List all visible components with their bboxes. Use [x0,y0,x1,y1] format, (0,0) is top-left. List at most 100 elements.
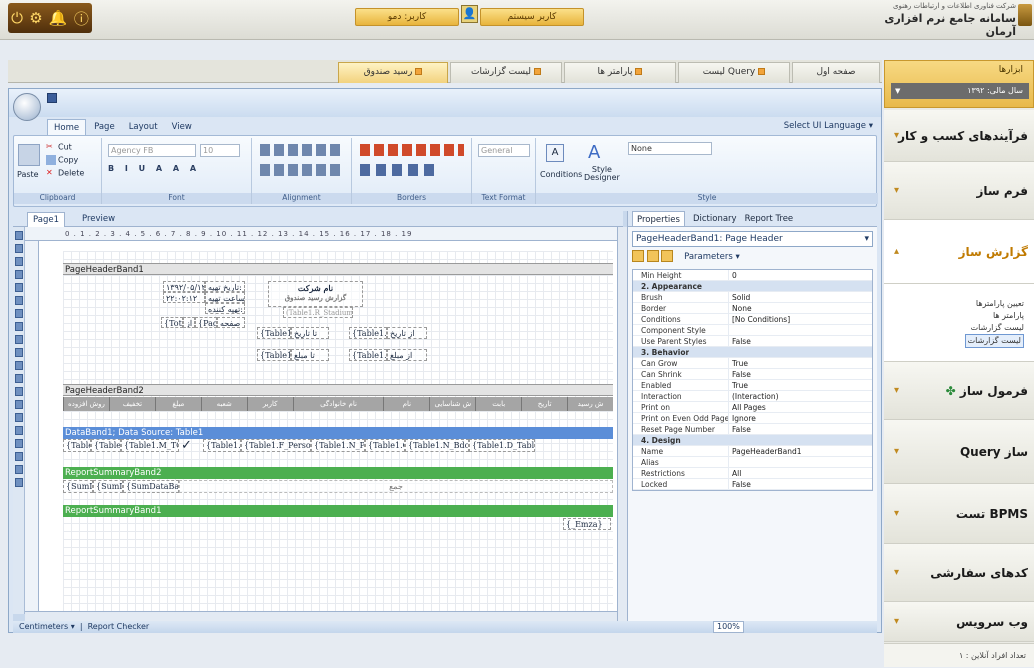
property-row[interactable]: Use Parent Styles False [633,336,872,347]
property-value[interactable]: 0 [729,270,872,280]
field-sumdataba[interactable]: {SumDataBa [123,480,179,493]
property-category[interactable]: 2. Appearance [633,281,872,292]
font-name-select[interactable]: Agency FB [108,144,196,157]
font-style-buttons[interactable]: B I U A A A [108,164,200,173]
border-side-icons[interactable] [360,144,464,156]
sidebar-item-query-builder[interactable]: ▾ Query ساز [884,420,1034,484]
help-icon[interactable]: ⓘ [74,8,89,29]
ribbon-tab-page[interactable]: Page [88,119,121,135]
property-category[interactable]: 3. Behavior [633,347,872,358]
field-to-amount[interactable]: {Table1.To} [257,349,291,361]
close-icon[interactable] [534,68,542,75]
property-row[interactable]: Locked False [633,479,872,490]
page-label[interactable]: صفحه [217,317,245,328]
field-nbdcf[interactable]: {Table1.N_Bdcf [405,439,469,452]
close-icon[interactable] [758,68,766,75]
sort-alpha-icon[interactable] [646,250,659,262]
cut-button[interactable]: ✂ Cut [46,142,72,152]
users-icon[interactable]: ⚙ [29,9,42,27]
property-row[interactable]: Component Style [633,325,872,336]
border-style-icons[interactable] [360,164,440,176]
text-format-select[interactable]: General [478,144,530,157]
summary-band-2[interactable]: ReportSummaryBand2 [63,467,613,479]
report-subtitle[interactable]: (Table1.R_Stadium) [283,307,353,318]
property-value[interactable] [729,457,872,467]
report-checker-button[interactable]: Report Checker [88,622,150,631]
tab-parameters[interactable]: پارامتر ها [564,62,676,83]
align-text-icons[interactable] [260,164,340,176]
sidebar-item-form-builder[interactable]: ▾ فرم ساز [884,162,1034,220]
property-row[interactable]: Print on Even Odd Pages Ignore [633,413,872,424]
submenu-parameters[interactable]: پارامتر ها [884,310,1024,322]
property-row[interactable]: Brush Solid [633,292,872,303]
design-canvas[interactable]: PageHeaderBand1 نام شرکت گزارش رسید صندو… [39,241,617,611]
data-band[interactable]: DataBand1; Data Source: Table1 [63,427,613,439]
report-page[interactable]: PageHeaderBand1 نام شرکت گزارش رسید صندو… [63,251,613,611]
field-tot[interactable]: {Tot} [161,317,183,328]
sort-category-icon[interactable] [632,250,644,262]
vertical-scrollbar[interactable] [617,227,627,621]
property-row[interactable]: Alias [633,457,872,468]
property-row[interactable]: Min Height 0 [633,270,872,281]
horizontal-scrollbar[interactable] [25,611,617,621]
tab-query-list[interactable]: لیست Query [678,62,790,83]
to-amount-label[interactable]: تا مبلغ [291,349,329,361]
field-sumda[interactable]: {SumDa [63,480,93,493]
field-from-amount[interactable]: {Table1.Fr} [349,349,387,361]
close-icon[interactable] [635,68,643,75]
submenu-reports-active[interactable]: لیست گزارشات [964,334,1024,348]
field-dtable[interactable]: {Table1.D_Table [469,439,535,452]
align-top-icons[interactable] [260,144,340,156]
field-sumd[interactable]: {SumD [93,480,123,493]
field-mtc[interactable]: {Table1.M_TC [121,439,179,452]
sidebar-item-bpms-test[interactable]: ▾ تست BPMS [884,484,1034,544]
field-from-date[interactable]: {Table1.Str} [349,327,387,339]
property-value[interactable]: True [729,380,872,390]
sidebar-item-report-builder[interactable]: ▴ گزارش ساز [884,220,1034,284]
property-row[interactable]: Name PageHeaderBand1 [633,446,872,457]
tab-properties[interactable]: Properties [632,211,685,226]
property-value[interactable]: None [729,303,872,313]
units-select[interactable]: Centimeters [19,622,68,631]
tab-reports-list[interactable]: لیست گزارشات [450,62,562,83]
tab-report-tree[interactable]: Report Tree [745,211,794,226]
property-row[interactable]: Enabled True [633,380,872,391]
report-heading[interactable]: نام شرکت گزارش رسید صندوق [268,281,363,307]
column-header-row[interactable]: روش افزوده تخفیف مبلغ شعبه کاربر نام خان… [63,397,613,411]
sidebar-item-web-service[interactable]: ▾ وب سرویس [884,602,1034,642]
property-row[interactable]: Print on All Pages [633,402,872,413]
from-date-label[interactable]: از تاریخ [387,327,427,339]
property-category[interactable]: 4. Design [633,435,872,446]
to-date-label[interactable]: تا تاریخ [291,327,329,339]
print-time-value[interactable]: ۲۲:۰۲:۱۲ [163,292,205,303]
paste-button[interactable]: Paste [17,170,39,179]
property-value[interactable]: True [729,358,872,368]
property-value[interactable]: False [729,369,872,379]
style-select[interactable]: None [628,142,712,155]
sidebar-item-formula-builder[interactable]: ▾ ✤ فرمول ساز [884,362,1034,420]
conditions-icon[interactable]: A [546,144,564,162]
field-emza[interactable]: {_Emza} [563,518,611,530]
ribbon-tab-layout[interactable]: Layout [123,119,164,135]
property-row[interactable]: Border None [633,303,872,314]
submenu-reports[interactable]: لیست گزارشات [884,322,1024,334]
property-value[interactable]: All [729,468,872,478]
property-row[interactable]: Interaction (Interaction) [633,391,872,402]
label-from[interactable]: از [183,317,195,328]
page-header-band-1[interactable]: PageHeaderBand1 [63,263,613,275]
property-row[interactable]: Conditions [No Conditions] [633,314,872,325]
property-value[interactable]: False [729,424,872,434]
language-select[interactable]: Select UI Language ▾ [784,121,873,131]
events-icon[interactable] [661,250,674,262]
app-menu-button[interactable] [13,93,41,121]
field-to-date[interactable]: {Table1.En} [257,327,291,339]
property-value[interactable]: (Interaction) [729,391,872,401]
field-nper[interactable]: {Table1.N_Per [311,439,365,452]
close-icon[interactable] [415,68,423,75]
from-amount-label[interactable]: از مبلغ [387,349,427,361]
field-fperson[interactable]: {Table1.F_Person [241,439,311,452]
property-row[interactable]: Restrictions All [633,468,872,479]
field-pag[interactable]: {Pag} [195,317,217,328]
property-row[interactable]: Reset Page Number False [633,424,872,435]
property-value[interactable]: False [729,479,872,489]
